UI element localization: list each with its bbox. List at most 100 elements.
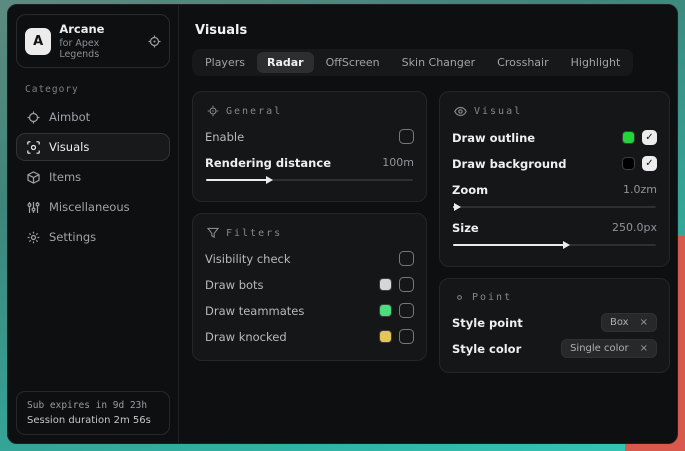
- slider-arrow-thumb[interactable]: [454, 203, 461, 211]
- sidebar-item-label: Aimbot: [49, 110, 90, 124]
- sidebar-item-miscellaneous[interactable]: Miscellaneous: [16, 193, 170, 221]
- visual-card-title: Visual: [474, 106, 522, 117]
- checkmark-icon: ✓: [645, 133, 653, 143]
- draw-teammates-color-swatch[interactable]: [379, 304, 392, 317]
- dot-icon: [454, 292, 465, 303]
- draw-outline-label: Draw outline: [452, 131, 535, 145]
- filters-card-header: Filters: [207, 227, 414, 239]
- draw-bots-label: Draw bots: [205, 278, 264, 292]
- close-icon[interactable]: ×: [640, 343, 648, 354]
- draw-knocked-label: Draw knocked: [205, 330, 287, 344]
- point-card-title: Point: [472, 292, 512, 303]
- style-color-row: Style color Single color ×: [452, 337, 657, 360]
- page-title: Visuals: [195, 23, 670, 38]
- zoom-row: Zoom 1.0zm: [452, 178, 657, 201]
- filters-card-title: Filters: [226, 228, 282, 239]
- draw-teammates-row: Draw teammates ✓: [205, 299, 414, 322]
- draw-bots-checkbox[interactable]: ✓: [399, 277, 414, 292]
- main-content: Visuals Players Radar OffScreen Skin Cha…: [179, 5, 678, 443]
- style-point-row: Style point Box ×: [452, 311, 657, 334]
- app-window: A Arcane for Apex Legends Category Aimbo…: [7, 4, 678, 444]
- subscription-card: Sub expires in 9d 23h Session duration 2…: [16, 391, 170, 435]
- general-card-title: General: [226, 106, 282, 117]
- tab-skin-changer[interactable]: Skin Changer: [392, 52, 486, 73]
- style-point-value: Box: [610, 317, 629, 328]
- sidebar-item-visuals[interactable]: Visuals: [16, 133, 170, 161]
- draw-outline-row: Draw outline ✓: [452, 126, 657, 149]
- box-icon: [26, 171, 40, 184]
- style-color-value: Single color: [570, 343, 629, 354]
- app-header-card: A Arcane for Apex Legends: [16, 14, 170, 68]
- slider-arrow-thumb[interactable]: [563, 241, 570, 249]
- style-point-select[interactable]: Box ×: [601, 313, 657, 332]
- gear-icon: [26, 231, 40, 244]
- draw-knocked-checkbox[interactable]: ✓: [399, 329, 414, 344]
- draw-background-checkbox[interactable]: ✓: [642, 156, 657, 171]
- sidebar-item-settings[interactable]: Settings: [16, 223, 170, 251]
- slider-track: [453, 206, 656, 208]
- general-card: General Enable ✓ Rendering distance 100m: [192, 91, 427, 202]
- app-logo: A: [25, 28, 51, 55]
- draw-background-label: Draw background: [452, 157, 566, 171]
- visual-card: Visual Draw outline ✓ Draw background ✓: [439, 91, 670, 267]
- zoom-label: Zoom: [452, 183, 488, 197]
- funnel-icon: [207, 227, 219, 239]
- zoom-value: 1.0zm: [623, 183, 657, 196]
- draw-bots-color-swatch[interactable]: [379, 278, 392, 291]
- sub-expires-text: Sub expires in 9d 23h: [27, 400, 159, 411]
- app-subtitle: for Apex Legends: [59, 38, 140, 60]
- slider-arrow-thumb[interactable]: [266, 176, 273, 184]
- target-icon[interactable]: [148, 35, 161, 48]
- scan-icon: [26, 141, 40, 154]
- target-icon: [207, 105, 219, 117]
- rendering-distance-value: 100m: [382, 156, 414, 169]
- app-name: Arcane: [59, 22, 140, 36]
- point-card-header: Point: [454, 292, 657, 303]
- enable-checkbox[interactable]: ✓: [399, 129, 414, 144]
- eye-icon: [454, 105, 467, 118]
- zoom-slider[interactable]: [453, 202, 656, 211]
- draw-background-row: Draw background ✓: [452, 152, 657, 175]
- filters-card: Filters Visibility check ✓ Draw bots ✓: [192, 213, 427, 361]
- sidebar-item-label: Visuals: [49, 140, 89, 154]
- draw-teammates-label: Draw teammates: [205, 304, 304, 318]
- draw-teammates-checkbox[interactable]: ✓: [399, 303, 414, 318]
- visibility-check-label: Visibility check: [205, 252, 291, 266]
- style-point-label: Style point: [452, 316, 523, 330]
- tab-offscreen[interactable]: OffScreen: [316, 52, 390, 73]
- rendering-distance-row: Rendering distance 100m: [205, 151, 414, 174]
- size-row: Size 250.0px: [452, 216, 657, 239]
- draw-knocked-color-swatch[interactable]: [379, 330, 392, 343]
- enable-label: Enable: [205, 130, 244, 144]
- right-column: Visual Draw outline ✓ Draw background ✓: [439, 91, 670, 373]
- size-value: 250.0px: [612, 221, 657, 234]
- draw-knocked-row: Draw knocked ✓: [205, 325, 414, 348]
- tab-radar[interactable]: Radar: [257, 52, 314, 73]
- sidebar-item-aimbot[interactable]: Aimbot: [16, 103, 170, 131]
- sidebar-item-items[interactable]: Items: [16, 163, 170, 191]
- style-color-select[interactable]: Single color ×: [561, 339, 657, 358]
- sidebar-item-label: Settings: [49, 230, 96, 244]
- tab-highlight[interactable]: Highlight: [561, 52, 631, 73]
- rendering-distance-label: Rendering distance: [205, 156, 331, 170]
- size-label: Size: [452, 221, 479, 235]
- checkmark-icon: ✓: [645, 159, 653, 169]
- draw-background-color-swatch[interactable]: [622, 157, 635, 170]
- sidebar-item-label: Miscellaneous: [49, 200, 130, 214]
- visual-card-header: Visual: [454, 105, 657, 118]
- category-label: Category: [25, 84, 178, 95]
- draw-outline-checkbox[interactable]: ✓: [642, 130, 657, 145]
- visuals-tabbar: Players Radar OffScreen Skin Changer Cro…: [192, 49, 633, 76]
- visibility-check-checkbox[interactable]: ✓: [399, 251, 414, 266]
- close-icon[interactable]: ×: [640, 317, 648, 328]
- draw-outline-color-swatch[interactable]: [622, 131, 635, 144]
- sidebar: A Arcane for Apex Legends Category Aimbo…: [8, 5, 179, 443]
- size-slider[interactable]: [453, 240, 656, 249]
- general-card-header: General: [207, 105, 414, 117]
- rendering-distance-slider[interactable]: [206, 175, 413, 184]
- tab-crosshair[interactable]: Crosshair: [487, 52, 558, 73]
- tab-players[interactable]: Players: [195, 52, 255, 73]
- draw-bots-row: Draw bots ✓: [205, 273, 414, 296]
- enable-row: Enable ✓: [205, 125, 414, 148]
- sidebar-spacer: [8, 252, 178, 383]
